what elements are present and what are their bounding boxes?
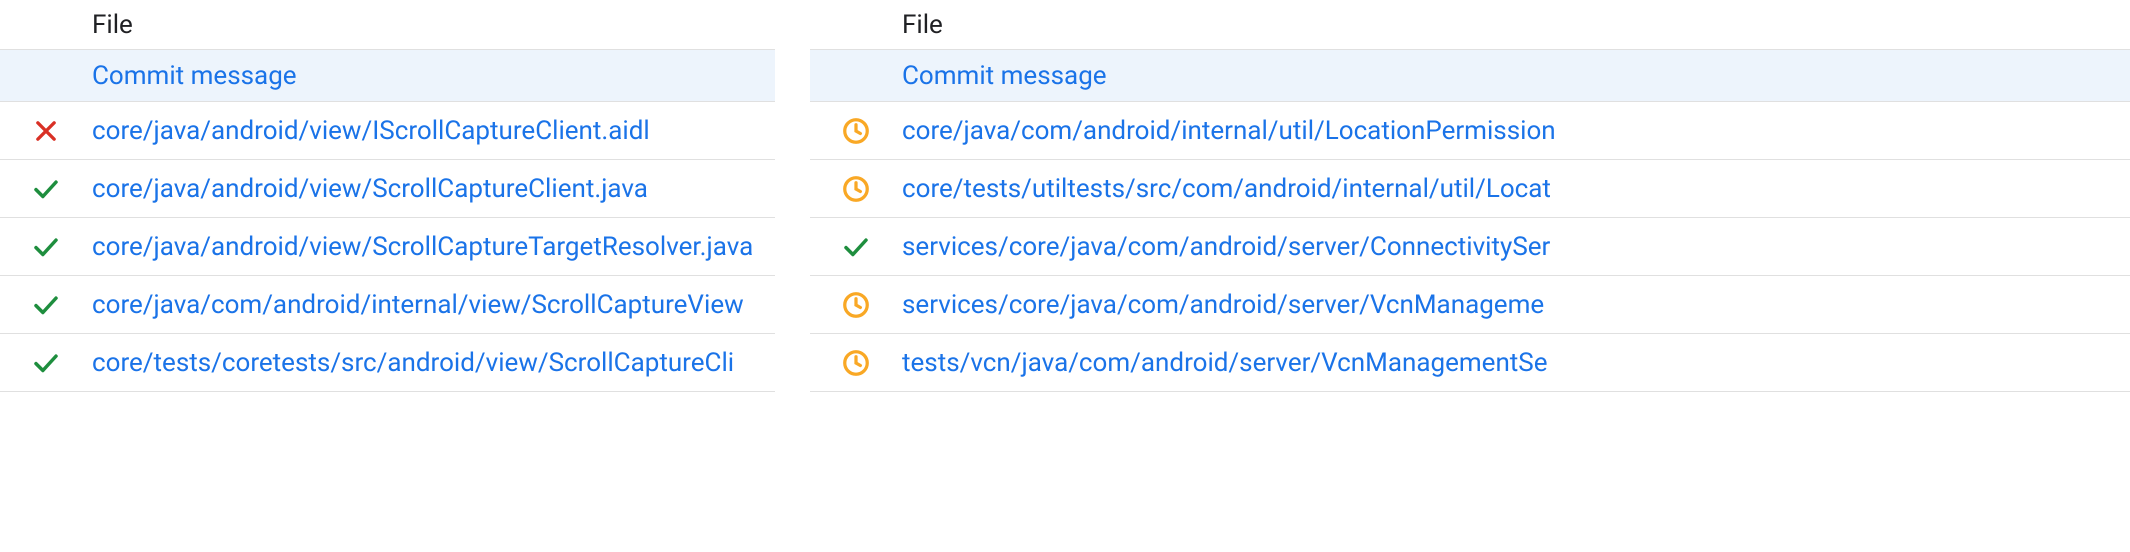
clock-icon xyxy=(841,116,871,146)
commit-message-link[interactable]: Commit message xyxy=(92,61,775,91)
file-row[interactable]: tests/vcn/java/com/android/server/VcnMan… xyxy=(810,334,2130,392)
header-row: File xyxy=(810,0,2130,50)
status-icon-cell xyxy=(0,232,92,262)
file-path-link[interactable]: core/java/com/android/internal/util/Loca… xyxy=(902,116,2130,146)
file-path-link[interactable]: tests/vcn/java/com/android/server/VcnMan… xyxy=(902,348,2130,378)
status-icon-cell xyxy=(0,117,92,145)
check-icon xyxy=(841,232,871,262)
check-icon xyxy=(31,290,61,320)
status-icon-cell xyxy=(810,116,902,146)
file-panel-left: File Commit message core/java/android/vi… xyxy=(0,0,775,552)
file-path-link[interactable]: core/tests/coretests/src/android/view/Sc… xyxy=(92,348,775,378)
file-path-link[interactable]: core/java/android/view/ScrollCaptureClie… xyxy=(92,174,775,204)
file-row[interactable]: core/java/android/view/IScrollCaptureCli… xyxy=(0,102,775,160)
check-icon xyxy=(31,232,61,262)
status-icon-cell xyxy=(0,348,92,378)
clock-icon xyxy=(841,174,871,204)
status-icon-cell xyxy=(0,174,92,204)
status-icon-cell xyxy=(810,232,902,262)
status-icon-cell xyxy=(0,290,92,320)
file-path-link[interactable]: core/java/android/view/ScrollCaptureTarg… xyxy=(92,232,775,262)
file-row[interactable]: core/java/android/view/ScrollCaptureTarg… xyxy=(0,218,775,276)
status-icon-cell xyxy=(810,174,902,204)
file-path-link[interactable]: services/core/java/com/android/server/Vc… xyxy=(902,290,2130,320)
check-icon xyxy=(31,174,61,204)
file-path-link[interactable]: core/java/android/view/IScrollCaptureCli… xyxy=(92,116,775,146)
clock-icon xyxy=(841,290,871,320)
file-path-link[interactable]: core/tests/utiltests/src/com/android/int… xyxy=(902,174,2130,204)
commit-message-row[interactable]: Commit message xyxy=(0,50,775,102)
header-file-label: File xyxy=(902,10,2130,40)
file-row[interactable]: core/tests/coretests/src/android/view/Sc… xyxy=(0,334,775,392)
clock-icon xyxy=(841,348,871,378)
file-row[interactable]: core/tests/utiltests/src/com/android/int… xyxy=(810,160,2130,218)
header-row: File xyxy=(0,0,775,50)
file-row[interactable]: services/core/java/com/android/server/Vc… xyxy=(810,276,2130,334)
file-path-link[interactable]: core/java/com/android/internal/view/Scro… xyxy=(92,290,775,320)
file-path-link[interactable]: services/core/java/com/android/server/Co… xyxy=(902,232,2130,262)
file-row[interactable]: core/java/com/android/internal/util/Loca… xyxy=(810,102,2130,160)
header-file-label: File xyxy=(92,10,775,40)
commit-message-row[interactable]: Commit message xyxy=(810,50,2130,102)
file-row[interactable]: core/java/android/view/ScrollCaptureClie… xyxy=(0,160,775,218)
cross-icon xyxy=(32,117,60,145)
check-icon xyxy=(31,348,61,378)
status-icon-cell xyxy=(810,348,902,378)
file-panel-right: File Commit message core/java/com/androi… xyxy=(810,0,2130,552)
status-icon-cell xyxy=(810,290,902,320)
file-row[interactable]: services/core/java/com/android/server/Co… xyxy=(810,218,2130,276)
commit-message-link[interactable]: Commit message xyxy=(902,61,2130,91)
file-row[interactable]: core/java/com/android/internal/view/Scro… xyxy=(0,276,775,334)
